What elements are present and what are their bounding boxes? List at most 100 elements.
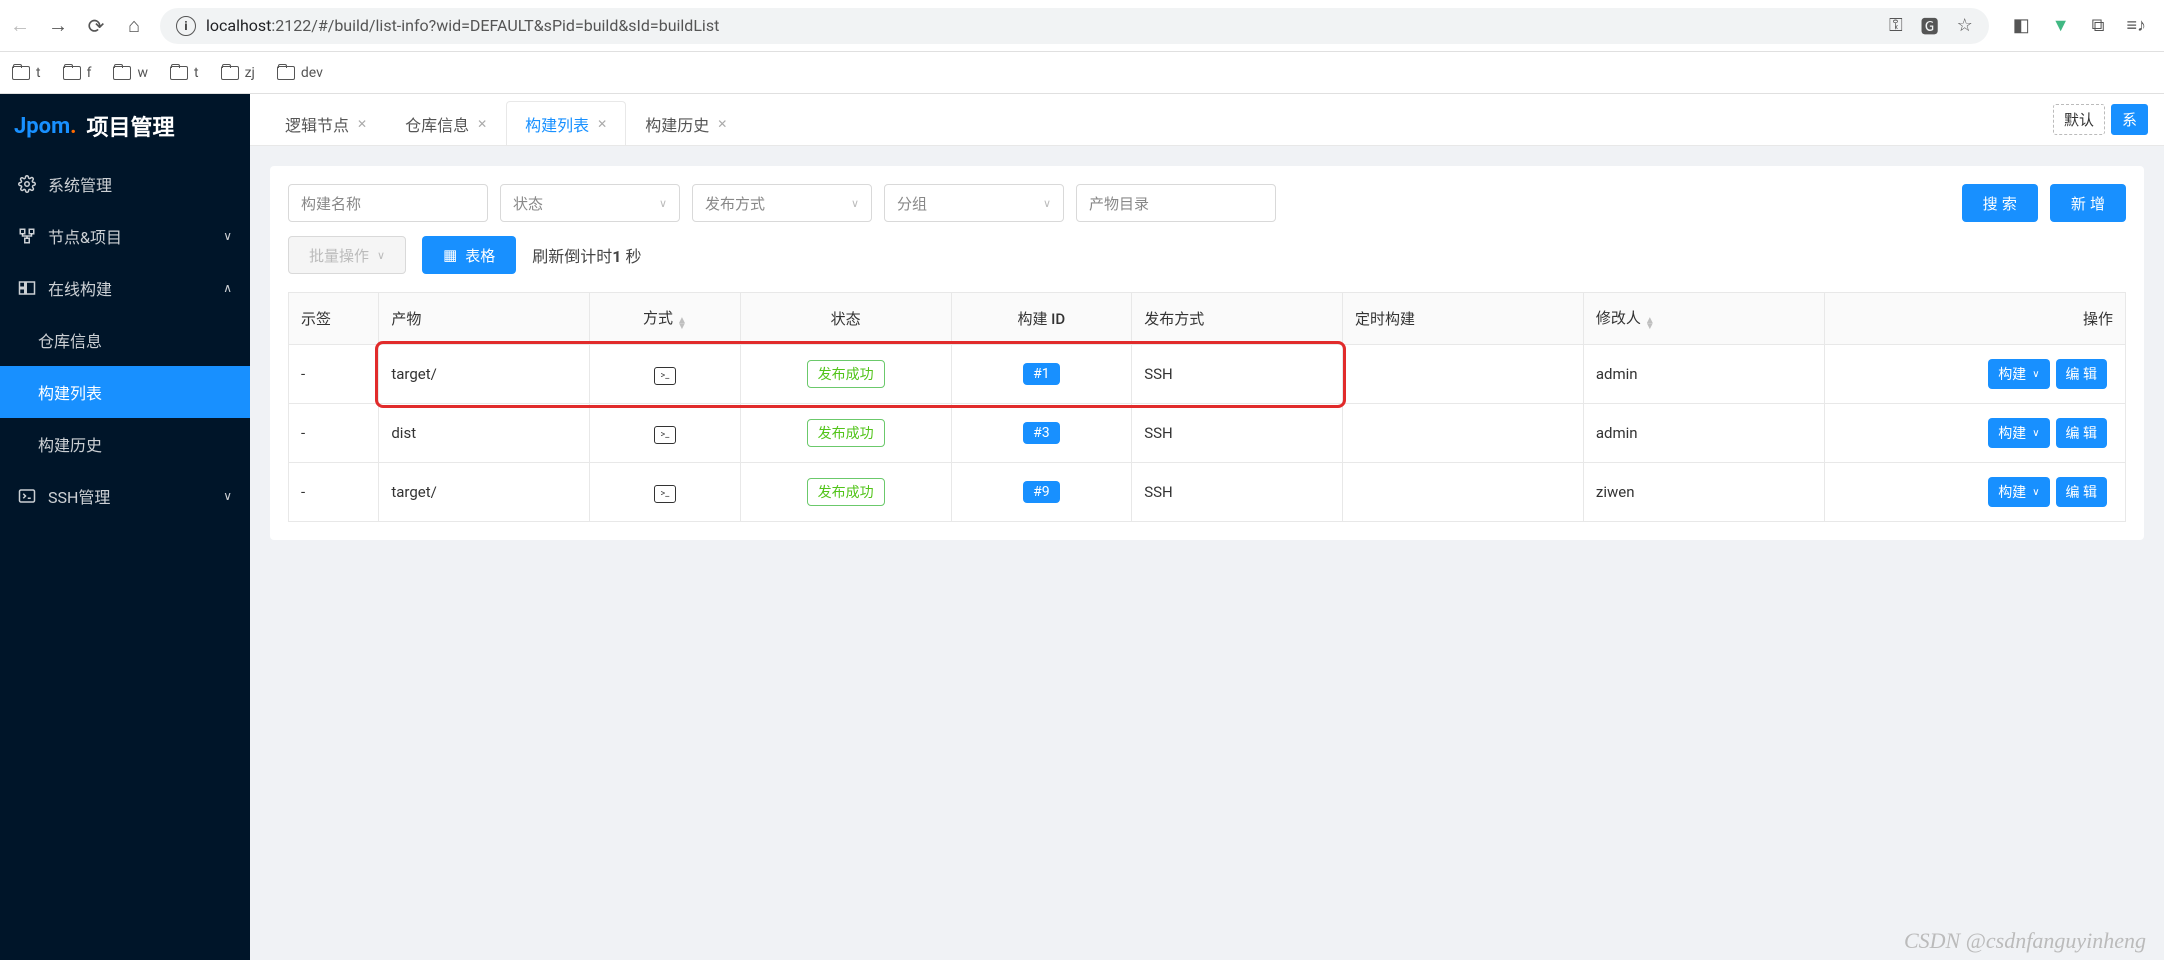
cell-buildid: #3 xyxy=(951,404,1132,463)
url-text: localhost:2122/#/build/list-info?wid=DEF… xyxy=(206,16,719,35)
batch-button[interactable]: 批量操作 ∨ xyxy=(288,236,406,274)
row-edit-button[interactable]: 编 辑 xyxy=(2056,477,2107,507)
sidebar-item[interactable]: 在线构建 ∧ xyxy=(0,262,250,314)
col-buildid: 构建 ID xyxy=(951,293,1132,345)
search-button[interactable]: 搜 索 xyxy=(1962,184,2038,222)
close-icon[interactable]: ✕ xyxy=(357,117,367,131)
build-list-panel: 构建名称 状态∨ 发布方式∨ 分组∨ 产物目录 搜 索 新 增 批量操作 ∨ ▦… xyxy=(270,166,2144,540)
table-row: -target/>_发布成功#9SSHziwen构建 ∨编 辑 xyxy=(289,463,2126,522)
folder-icon xyxy=(170,66,188,80)
table-row: -dist>_发布成功#3SSHadmin构建 ∨编 辑 xyxy=(289,404,2126,463)
cell-method: >_ xyxy=(590,463,741,522)
cell-product: target/ xyxy=(379,345,590,404)
workspace-more[interactable]: 系 xyxy=(2111,104,2148,135)
site-info-icon[interactable]: i xyxy=(176,16,196,36)
logo: Jpom. 项目管理 xyxy=(0,94,250,158)
vue-devtools-icon[interactable]: ▼ xyxy=(2052,15,2070,36)
sidebar-item[interactable]: SSH管理 ∨ xyxy=(0,470,250,522)
cell-product: dist xyxy=(379,404,590,463)
row-build-button[interactable]: 构建 ∨ xyxy=(1988,418,2049,448)
bookmark-item[interactable]: dev xyxy=(277,65,323,81)
cell-buildid: #9 xyxy=(951,463,1132,522)
filter-release-select[interactable]: 发布方式∨ xyxy=(692,184,872,222)
bookmarks-bar: t f w t zj dev xyxy=(0,52,2164,94)
row-build-button[interactable]: 构建 ∨ xyxy=(1988,359,2049,389)
folder-icon xyxy=(63,66,81,80)
translate-icon[interactable]: 🅶 xyxy=(1921,13,1939,39)
chevron-icon: ∨ xyxy=(223,489,232,503)
col-tag: 示签 xyxy=(289,293,379,345)
filter-output-input[interactable]: 产物目录 xyxy=(1076,184,1276,222)
sidebar-item-label: 节点&项目 xyxy=(48,224,122,248)
sidebar-item-label: 构建列表 xyxy=(38,380,102,404)
filter-name-input[interactable]: 构建名称 xyxy=(288,184,488,222)
col-modifier[interactable]: 修改人▲▼ xyxy=(1583,293,1824,345)
close-icon[interactable]: ✕ xyxy=(717,117,727,131)
bookmark-item[interactable]: t xyxy=(12,65,41,81)
bookmark-item[interactable]: w xyxy=(113,65,148,81)
bookmark-item[interactable]: t xyxy=(170,65,199,81)
row-edit-button[interactable]: 编 辑 xyxy=(2056,359,2107,389)
media-icon[interactable]: ≡♪ xyxy=(2126,15,2146,36)
filter-group-select[interactable]: 分组∨ xyxy=(884,184,1064,222)
sidebar-item-label: 在线构建 xyxy=(48,276,112,300)
home-button[interactable]: ⌂ xyxy=(122,14,146,38)
add-button[interactable]: 新 增 xyxy=(2050,184,2126,222)
logo-title: 项目管理 xyxy=(87,110,175,142)
close-icon[interactable]: ✕ xyxy=(597,117,607,131)
cell-tag: - xyxy=(289,463,379,522)
filter-status-select[interactable]: 状态∨ xyxy=(500,184,680,222)
bookmark-item[interactable]: f xyxy=(63,65,92,81)
folder-icon xyxy=(221,66,239,80)
cell-cron xyxy=(1342,345,1583,404)
url-bar[interactable]: i localhost:2122/#/build/list-info?wid=D… xyxy=(160,8,1989,44)
sidebar-item[interactable]: 构建历史 xyxy=(0,418,250,470)
sidebar-item-label: SSH管理 xyxy=(48,484,110,508)
extensions-icon[interactable]: ⧉ xyxy=(2092,15,2105,36)
cell-status: 发布成功 xyxy=(740,404,951,463)
cell-modifier: admin xyxy=(1583,345,1824,404)
build-table: 示签 产物 方式▲▼ 状态 构建 ID 发布方式 定时构建 修改人▲▼ 操作 xyxy=(288,292,2126,522)
cell-release: SSH xyxy=(1132,463,1343,522)
sidebar-item[interactable]: 仓库信息 xyxy=(0,314,250,366)
extension1-icon[interactable]: ◧ xyxy=(2013,15,2030,36)
table-icon: ▦ xyxy=(443,246,457,264)
cell-cron xyxy=(1342,463,1583,522)
reload-button[interactable]: ⟳ xyxy=(84,14,108,38)
chevron-icon: ∨ xyxy=(223,229,232,243)
tab[interactable]: 构建历史✕ xyxy=(626,101,746,145)
table-mode-button[interactable]: ▦ 表格 xyxy=(422,236,516,274)
forward-button[interactable]: → xyxy=(46,14,70,38)
cell-status: 发布成功 xyxy=(740,463,951,522)
close-icon[interactable]: ✕ xyxy=(477,117,487,131)
build-icon xyxy=(18,279,36,297)
cell-modifier: ziwen xyxy=(1583,463,1824,522)
browser-toolbar: ← → ⟳ ⌂ i localhost:2122/#/build/list-in… xyxy=(0,0,2164,52)
cell-cron xyxy=(1342,404,1583,463)
tab[interactable]: 仓库信息✕ xyxy=(386,101,506,145)
chevron-icon: ∧ xyxy=(223,281,232,295)
terminal-icon: >_ xyxy=(654,426,676,444)
folder-icon xyxy=(12,66,30,80)
row-build-button[interactable]: 构建 ∨ xyxy=(1988,477,2049,507)
cell-ops: 构建 ∨编 辑 xyxy=(1824,404,2125,463)
back-button[interactable]: ← xyxy=(8,14,32,38)
tabs-bar: 逻辑节点✕仓库信息✕构建列表✕构建历史✕ 默认 系 xyxy=(250,94,2164,146)
col-ops: 操作 xyxy=(1824,293,2125,345)
sidebar: Jpom. 项目管理 系统管理节点&项目∨在线构建∧仓库信息构建列表构建历史SS… xyxy=(0,94,250,960)
tab[interactable]: 构建列表✕ xyxy=(506,101,626,145)
cell-release: SSH xyxy=(1132,345,1343,404)
sidebar-item-label: 仓库信息 xyxy=(38,328,102,352)
sidebar-item[interactable]: 系统管理 xyxy=(0,158,250,210)
bookmark-item[interactable]: zj xyxy=(221,65,255,81)
cell-method: >_ xyxy=(590,345,741,404)
cell-release: SSH xyxy=(1132,404,1343,463)
sidebar-item[interactable]: 节点&项目 ∨ xyxy=(0,210,250,262)
star-icon[interactable]: ☆ xyxy=(1957,15,1973,36)
sidebar-item[interactable]: 构建列表 xyxy=(0,366,250,418)
row-edit-button[interactable]: 编 辑 xyxy=(2056,418,2107,448)
key-icon[interactable]: ⚿ xyxy=(1889,15,1903,36)
workspace-default[interactable]: 默认 xyxy=(2053,104,2105,135)
tab[interactable]: 逻辑节点✕ xyxy=(266,101,386,145)
col-method[interactable]: 方式▲▼ xyxy=(590,293,741,345)
